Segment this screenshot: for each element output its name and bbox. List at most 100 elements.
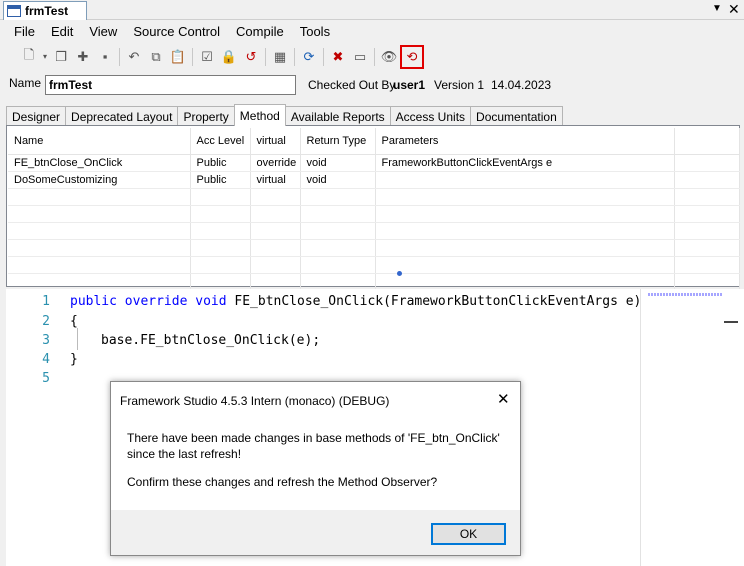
toolbar-separator xyxy=(119,47,120,66)
tab-list-arrow-icon[interactable]: ▼ xyxy=(712,3,722,14)
methods-panel: Name Acc Level virtual Return Type Param… xyxy=(6,125,740,291)
refresh-method-observer-icon[interactable]: ⟲ xyxy=(400,44,424,69)
toolbar-separator xyxy=(192,47,193,66)
column-header-virtual[interactable]: virtual xyxy=(250,128,301,155)
tab-available-reports[interactable]: Available Reports xyxy=(284,106,391,126)
code-line-2: { xyxy=(70,314,78,329)
revert-icon[interactable]: ↺ xyxy=(240,46,262,68)
dialog-message: There have been made changes in base met… xyxy=(127,431,500,461)
column-header-name[interactable]: Name xyxy=(8,128,191,155)
menu-file[interactable]: File xyxy=(6,24,43,39)
cell-virtual: virtual xyxy=(250,171,301,189)
cell-acc-level: Public xyxy=(190,171,251,189)
menu-bar: File Edit View Source Control Compile To… xyxy=(0,21,744,42)
cell-filler xyxy=(674,154,740,172)
form-icon xyxy=(7,5,21,17)
table-row[interactable]: FE_btnClose_OnClick Public override void… xyxy=(8,154,740,172)
splitter-grip[interactable] xyxy=(397,271,402,276)
table-row[interactable]: DoSomeCustomizing Public virtual void xyxy=(8,171,740,189)
undo-icon[interactable]: ↶ xyxy=(123,46,145,68)
cell-return-type: void xyxy=(300,154,376,172)
lock-icon[interactable]: 🔒 xyxy=(218,46,240,68)
title-bar xyxy=(0,0,744,20)
toolbar-separator xyxy=(294,47,295,66)
dialog-title: Framework Studio 4.5.3 Intern (monaco) (… xyxy=(120,394,390,408)
cell-parameters: FrameworkButtonClickEventArgs e xyxy=(375,154,675,172)
indent-guide xyxy=(77,328,78,350)
grid-icon[interactable]: ▦ xyxy=(269,46,291,68)
cell-name: FE_btnClose_OnClick xyxy=(8,154,191,172)
tab-method[interactable]: Method xyxy=(233,104,286,126)
toolbar-separator xyxy=(323,47,324,66)
cell-name: DoSomeCustomizing xyxy=(8,171,191,189)
methods-table: Name Acc Level virtual Return Type Param… xyxy=(8,128,740,291)
line-number: 5 xyxy=(42,371,50,386)
toolbar-separator xyxy=(374,47,375,66)
tab-access-units[interactable]: Access Units xyxy=(389,106,472,126)
dialog-question: Confirm these changes and refresh the Me… xyxy=(127,475,438,489)
code-line-4: } xyxy=(70,352,78,367)
dialog-footer: OK xyxy=(111,510,520,555)
menu-view[interactable]: View xyxy=(81,24,125,39)
toolbar-separator xyxy=(265,47,266,66)
confirm-dialog: Framework Studio 4.5.3 Intern (monaco) (… xyxy=(110,381,521,556)
empty-row xyxy=(8,256,740,274)
check-in-icon[interactable]: ☑ xyxy=(196,46,218,68)
name-field[interactable]: frmTest xyxy=(45,75,296,95)
delete-icon[interactable]: ✖ xyxy=(327,46,349,68)
menu-compile[interactable]: Compile xyxy=(228,24,292,39)
empty-row xyxy=(8,222,740,240)
window-icon[interactable]: ▭ xyxy=(349,46,371,68)
save-icon[interactable]: ▪ xyxy=(94,46,116,68)
cell-virtual: override xyxy=(250,154,301,172)
tab-designer[interactable]: Designer xyxy=(6,106,67,126)
column-header-parameters[interactable]: Parameters xyxy=(375,128,675,155)
menu-edit[interactable]: Edit xyxy=(43,24,81,39)
cell-parameters xyxy=(375,171,675,189)
toolbar: 🗋 ▾ ❐ ✚ ▪ ↶ ⧉ 📋 ☑ 🔒 ↺ ▦ ⟳ ✖ ▭ 👁 ⟲ xyxy=(0,43,744,70)
ok-button[interactable]: OK xyxy=(431,523,506,545)
document-tab[interactable]: frmTest xyxy=(3,1,87,20)
date-text: 14.04.2023 xyxy=(491,78,552,92)
keyword-public: public xyxy=(70,294,117,309)
empty-row xyxy=(8,273,740,291)
column-header-return-type[interactable]: Return Type xyxy=(300,128,376,155)
close-document-icon[interactable]: ✕ xyxy=(728,1,740,18)
tab-deprecated-layout[interactable]: Deprecated Layout xyxy=(65,106,179,126)
cell-acc-level: Public xyxy=(190,154,251,172)
checked-out-label: Checked Out By xyxy=(308,78,396,92)
line-number: 2 xyxy=(42,314,50,329)
keyword-override: override xyxy=(124,294,188,309)
sync-icon[interactable]: ⟳ xyxy=(298,46,320,68)
dialog-close-icon[interactable]: ✕ xyxy=(497,390,510,408)
line-number: 1 xyxy=(42,294,50,309)
column-header-filler xyxy=(674,128,740,155)
line-number: 3 xyxy=(42,333,50,348)
column-header-acc-level[interactable]: Acc Level xyxy=(190,128,251,155)
new-file-icon[interactable]: 🗋 xyxy=(18,46,40,68)
paste-icon[interactable]: 📋 xyxy=(167,46,189,68)
code-line-3: base.FE_btnClose_OnClick(e); xyxy=(101,333,321,348)
cell-return-type: void xyxy=(300,171,376,189)
menu-tools[interactable]: Tools xyxy=(292,24,338,39)
copy-icon[interactable]: ⧉ xyxy=(145,46,167,68)
copy-document-icon[interactable]: ❐ xyxy=(50,46,72,68)
tab-property[interactable]: Property xyxy=(177,106,235,126)
plugin-icon[interactable]: ✚ xyxy=(72,46,94,68)
empty-row xyxy=(8,188,740,206)
version-text: Version 1 xyxy=(434,78,485,92)
menu-source-control[interactable]: Source Control xyxy=(125,24,228,39)
table-header-row: Name Acc Level virtual Return Type Param… xyxy=(8,128,740,155)
tab-documentation[interactable]: Documentation xyxy=(470,106,563,126)
empty-row xyxy=(8,205,740,223)
line-number: 4 xyxy=(42,352,50,367)
name-label: Name xyxy=(9,76,42,90)
tab-strip: Designer Deprecated Layout Property Meth… xyxy=(6,104,563,126)
cell-filler xyxy=(674,171,740,189)
keyword-void: void xyxy=(195,294,227,309)
empty-row xyxy=(8,239,740,257)
hide-icon[interactable]: 👁 xyxy=(378,46,400,68)
minimap-code-preview xyxy=(648,293,722,296)
minimap[interactable] xyxy=(640,289,744,566)
new-dropdown-icon[interactable]: ▾ xyxy=(40,46,50,68)
